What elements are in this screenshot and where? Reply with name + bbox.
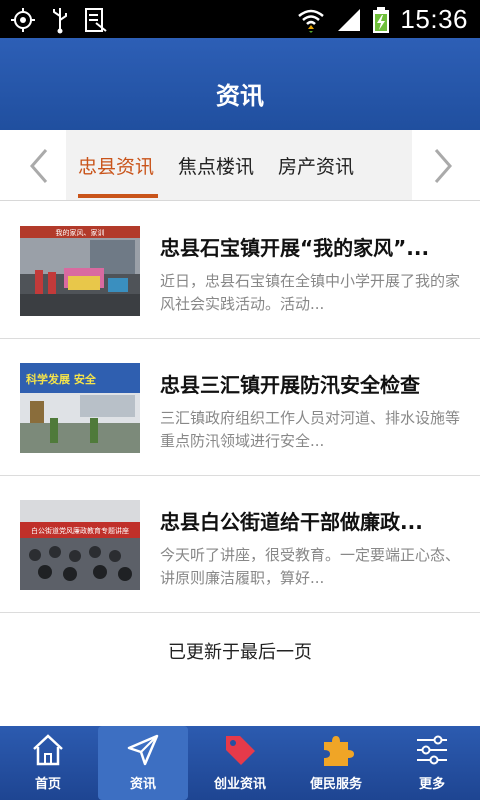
- puzzle-icon: [324, 736, 354, 766]
- article-list-item[interactable]: 白公街道党风廉政教育专题讲座 忠县白公街道给干部做廉政... 今天听了讲座，很受…: [0, 476, 480, 613]
- nav-label: 资讯: [129, 777, 156, 792]
- article-title: 忠县石宝镇开展“我的家风”...: [160, 236, 430, 260]
- page-title: 资讯: [216, 82, 264, 110]
- tab-focus-property-news[interactable]: 焦点楼讯: [178, 152, 254, 179]
- tab-strip: 忠县资讯 焦点楼讯 房产资讯: [66, 130, 412, 200]
- article-summary: 近日，忠县石宝镇在全镇中小学开展了我的家风社会实践活动。活动...: [160, 272, 461, 313]
- reader-mode-icon: [85, 8, 107, 32]
- wifi-icon: [298, 9, 325, 33]
- nav-label: 便民服务: [309, 777, 362, 792]
- thumbnail-banner-text: 科学发展 安全: [26, 372, 97, 386]
- tag-icon: [226, 736, 255, 765]
- article-thumbnail: 白公街道党风廉政教育专题讲座: [20, 500, 140, 590]
- article-thumbnail: 我的家风、家训: [20, 226, 140, 316]
- signal-icon: [338, 8, 361, 31]
- article-title: 忠县三汇镇开展防汛安全检查: [160, 373, 420, 397]
- app-header: 资讯: [0, 38, 480, 130]
- active-tab-indicator: [78, 194, 158, 198]
- article-list-item[interactable]: 科学发展 安全 忠县三汇镇开展防汛安全检查 三汇镇政府组织工作人员对河道、排水设…: [0, 339, 480, 476]
- article-list-item[interactable]: 我的家风、家训 忠县石宝镇开展“我的家风”... 近日，忠县石宝镇在全镇中小学开…: [0, 202, 480, 339]
- article-summary: 三汇镇政府组织工作人员对河道、排水设施等重点防汛领域进行安全...: [160, 409, 461, 450]
- tab-zhongxian-news[interactable]: 忠县资讯: [78, 152, 154, 179]
- sliders-icon: [417, 735, 447, 765]
- nav-more[interactable]: 更多: [384, 726, 480, 800]
- nav-convenience-services[interactable]: 便民服务: [288, 726, 384, 800]
- category-tabs-bar: 忠县资讯 焦点楼讯 房产资讯: [0, 130, 480, 201]
- usb-icon: [53, 8, 67, 34]
- list-end-message: 已更新于最后一页: [168, 642, 312, 663]
- paper-plane-icon: [127, 734, 159, 766]
- thumbnail-banner-text: 我的家风、家训: [56, 228, 105, 237]
- thumbnail-banner-text: 白公街道党风廉政教育专题讲座: [31, 526, 129, 535]
- chevron-left-icon[interactable]: [22, 146, 58, 186]
- chevron-right-icon[interactable]: [424, 146, 460, 186]
- nav-home[interactable]: 首页: [0, 726, 96, 800]
- article-title: 忠县白公街道给干部做廉政...: [160, 510, 423, 534]
- home-icon: [33, 734, 63, 766]
- nav-label: 首页: [34, 777, 61, 792]
- nav-news[interactable]: 资讯: [98, 726, 188, 800]
- tab-real-estate-news[interactable]: 房产资讯: [278, 152, 354, 179]
- article-thumbnail: 科学发展 安全: [20, 363, 140, 453]
- article-summary: 今天听了讲座，很受教育。一定要端正心态、讲原则廉洁履职，算好...: [160, 546, 461, 587]
- clock: 15:36: [400, 4, 468, 34]
- battery-charging-icon: [373, 6, 390, 33]
- nav-label: 更多: [418, 777, 445, 792]
- status-bar: 15:36: [0, 0, 480, 38]
- gps-icon: [11, 8, 35, 32]
- nav-startup-news[interactable]: 创业资讯: [192, 726, 288, 800]
- bottom-nav: 首页 资讯 创业资讯 便民服务 更多: [0, 726, 480, 800]
- nav-label: 创业资讯: [213, 777, 266, 792]
